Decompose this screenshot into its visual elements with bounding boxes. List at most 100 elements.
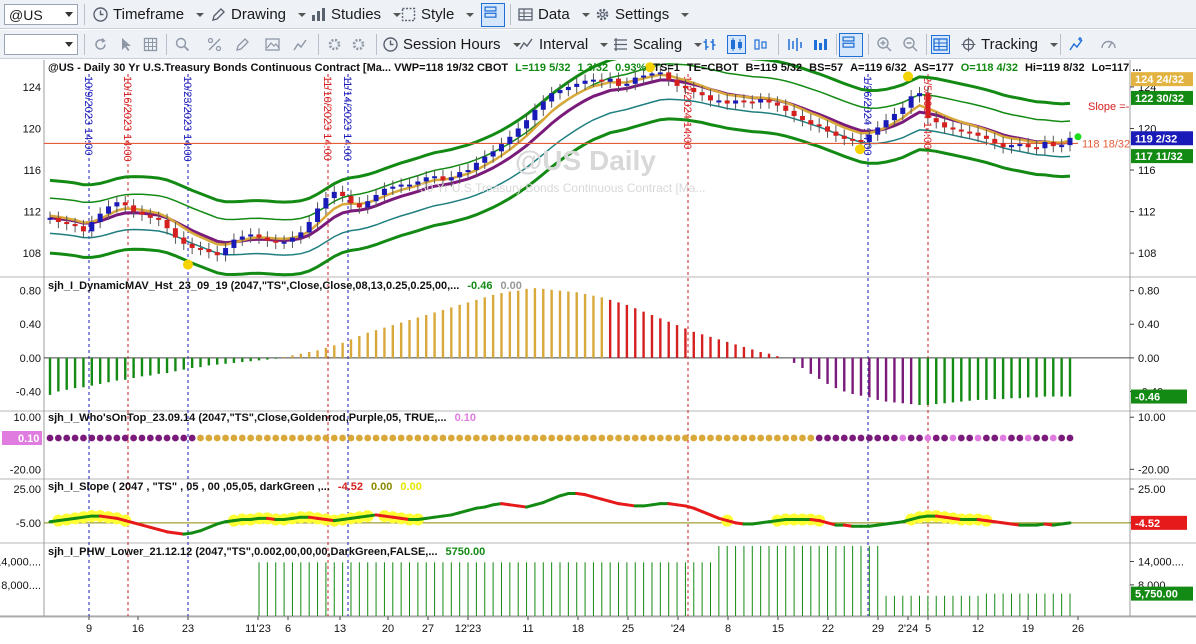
candle-body [507, 136, 513, 145]
candle-body [281, 241, 287, 244]
candle-body [1034, 147, 1040, 150]
candle-body [540, 101, 546, 110]
candle-body [214, 252, 220, 256]
cursor-icon[interactable] [118, 36, 135, 53]
whos-on-top-title: sjh_I_Who'sOnTop_23.09.14 (2047,"TS",Clo… [48, 412, 447, 424]
data-menu[interactable]: Data [517, 4, 590, 25]
candle-body [774, 102, 780, 106]
hollow-candle-icon[interactable] [752, 36, 769, 53]
state-dot [489, 434, 497, 442]
candle-body [490, 151, 496, 157]
candle-body [331, 191, 337, 199]
chart-settings-icon[interactable] [292, 36, 309, 53]
chart-area[interactable]: 124 124 120 120 116 116 112 112 108 108 0.80 0.80 0.… [0, 60, 1196, 644]
studies-menu[interactable]: Studies [310, 4, 402, 25]
y-tick-label-right: 108 [1138, 248, 1156, 260]
state-dot [1033, 434, 1040, 442]
data-window-icon[interactable] [931, 35, 950, 54]
drawing-menu[interactable]: Drawing [210, 4, 307, 25]
percent-icon[interactable] [206, 36, 223, 53]
layout-icon[interactable] [839, 33, 863, 57]
ohlc-icon[interactable] [786, 36, 803, 53]
timeframe-menu[interactable]: Timeframe [92, 4, 205, 25]
x-tick-label: '24 [671, 623, 685, 635]
add-chart-icon[interactable] [1068, 36, 1085, 53]
state-dot [631, 434, 639, 442]
candlestick-icon[interactable] [727, 35, 746, 54]
settings-menu[interactable]: Settings [594, 4, 690, 25]
x-tick-label: 27 [422, 623, 434, 635]
y-tick-label-left: 116 [23, 165, 41, 177]
y-tick-label-left: 0.00 [20, 353, 41, 365]
interval-icon [518, 36, 535, 53]
value-tag-label: -4.52 [1135, 518, 1160, 530]
state-dot [698, 434, 706, 442]
zoom-out-icon[interactable] [902, 36, 919, 53]
grid-icon[interactable] [142, 36, 159, 53]
candle-body [616, 78, 622, 86]
gear-icon[interactable] [326, 36, 343, 53]
whos-on-top-value: 0.10 [455, 412, 476, 424]
zoom-in-icon[interactable] [876, 36, 893, 53]
gear-icon[interactable] [350, 36, 367, 53]
data-grid-icon [517, 6, 534, 23]
inner-lower-band-line [49, 98, 1071, 256]
bar-type-icon[interactable] [702, 36, 719, 53]
interval-input[interactable] [4, 34, 78, 55]
layout-icon[interactable] [481, 3, 505, 27]
candle-body [532, 109, 538, 121]
toolbar-divider [84, 34, 85, 55]
y-tick-label-left: 0.40 [20, 319, 41, 331]
bars-icon[interactable] [812, 36, 829, 53]
style-menu[interactable]: Style [400, 4, 475, 25]
candle-body [1025, 144, 1031, 148]
image-icon[interactable] [264, 36, 281, 53]
state-dot [982, 434, 990, 442]
ask: A=119 6/32 [850, 62, 907, 74]
x-tick-label: 25 [622, 623, 634, 635]
candle-body [950, 127, 956, 130]
pivot-dot [855, 144, 865, 155]
state-dot [355, 434, 363, 442]
state-dot [1049, 434, 1057, 442]
gear-icon [594, 6, 611, 23]
state-dot [539, 434, 547, 442]
zoom-data-icon[interactable] [174, 36, 191, 53]
state-dot [941, 434, 948, 442]
symbol-value: @US [9, 6, 43, 23]
candle-body [390, 186, 396, 189]
candle-body [515, 128, 521, 137]
x-tick-label: 26 [1072, 623, 1084, 635]
state-dot [347, 434, 355, 442]
candle-body [139, 211, 145, 215]
symbol-input[interactable]: @US [4, 4, 78, 25]
speedometer-icon[interactable] [1100, 36, 1117, 53]
tracking-menu[interactable]: Tracking [960, 34, 1058, 55]
scaling-menu[interactable]: Scaling [612, 34, 703, 55]
candle-body [716, 100, 722, 103]
edit-pen-icon[interactable] [234, 36, 251, 53]
candle-body [47, 217, 53, 220]
last-price: L=119 5/32 [515, 62, 570, 74]
state-dot [690, 434, 698, 442]
candle-body [891, 113, 897, 121]
chevron-down-icon[interactable] [65, 42, 73, 47]
candle-body [365, 201, 371, 208]
state-dot [431, 434, 438, 442]
candle-body [975, 132, 981, 136]
state-dot [88, 434, 96, 442]
interval-menu[interactable]: Interval [518, 34, 609, 55]
chevron-down-icon[interactable] [65, 12, 73, 17]
state-dot [180, 434, 188, 442]
y-tick-label-left: -20.00 [10, 464, 41, 476]
state-dot [514, 434, 522, 442]
candle-body [231, 239, 237, 248]
refresh-icon[interactable] [92, 36, 109, 53]
state-dot [723, 434, 731, 442]
price-tag-label: 119 2/32 [1135, 133, 1177, 145]
chart-svg[interactable]: 1241241201201161161121121081080.800.800.… [0, 60, 1196, 644]
x-tick-label: 13 [334, 623, 346, 635]
slope-label: Slope =- [1088, 101, 1130, 113]
session-hours-menu[interactable]: Session Hours [382, 34, 521, 55]
state-dot [105, 434, 112, 442]
